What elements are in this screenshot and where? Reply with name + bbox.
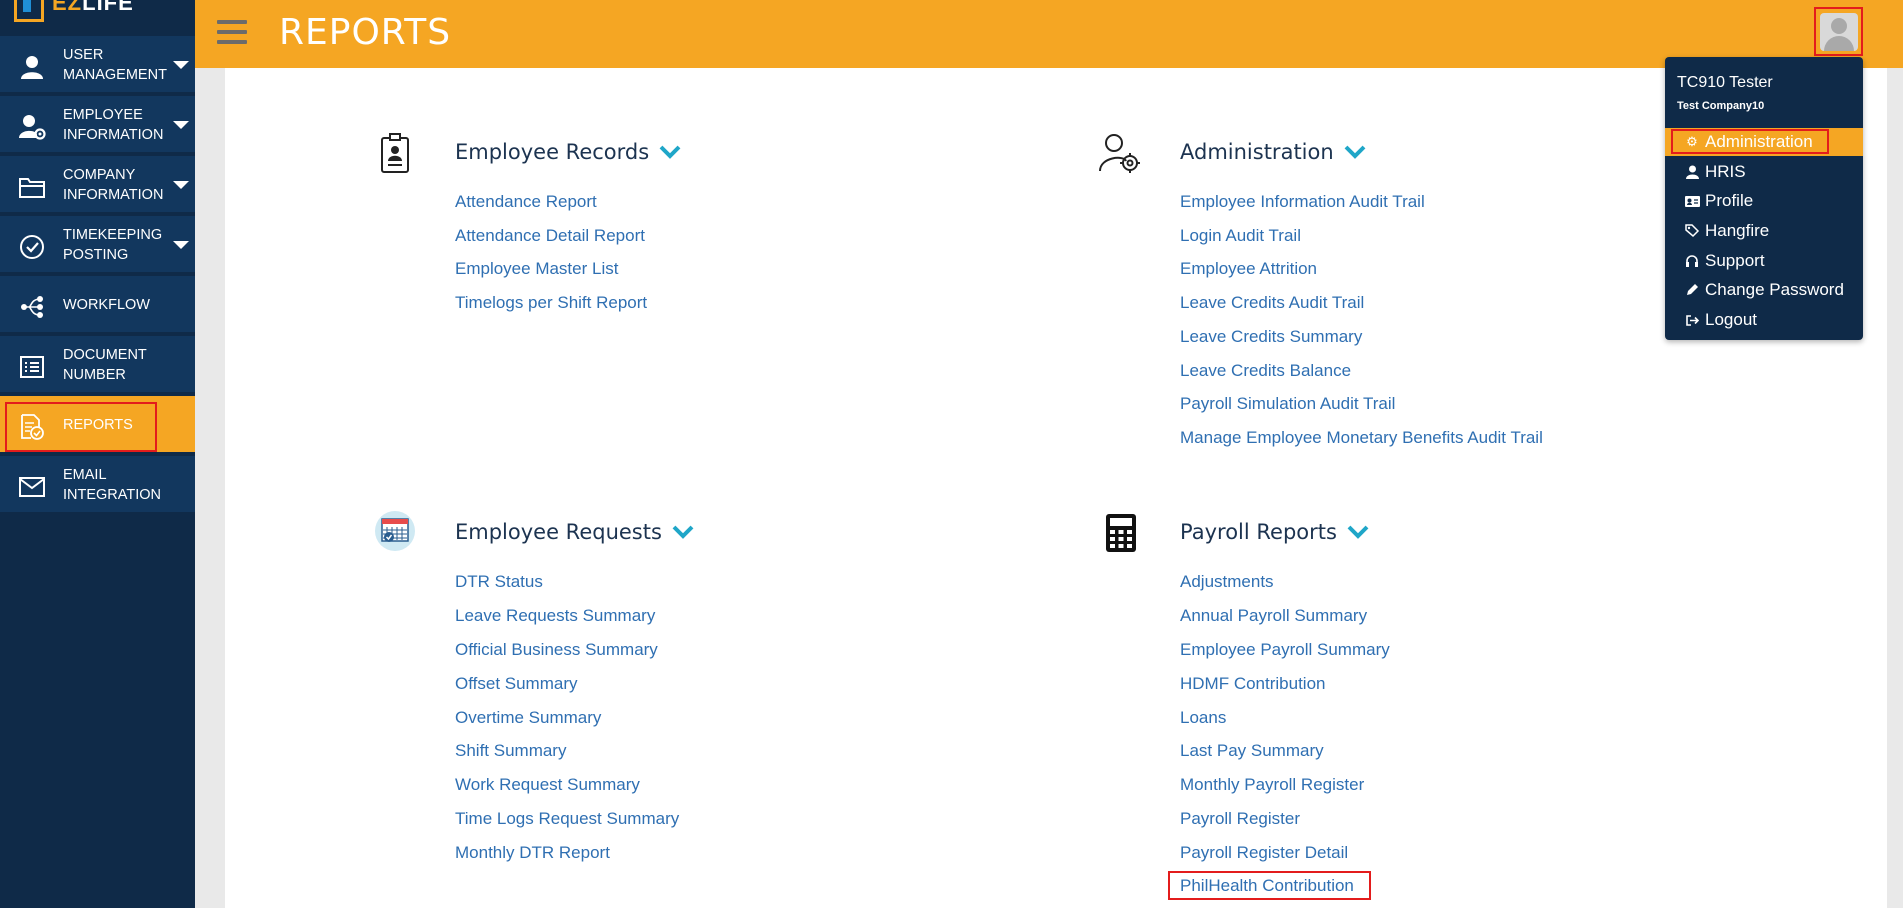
menu-item-profile[interactable]: Profile — [1665, 187, 1863, 215]
chevron-down-icon — [672, 525, 694, 539]
tags-icon — [1683, 224, 1701, 238]
link-offset-summary[interactable]: Offset Summary — [455, 674, 578, 694]
logout-icon — [1683, 314, 1701, 327]
user-dropdown-menu: TC910 Tester Test Company10 ⚙ Administrat… — [1665, 57, 1863, 340]
link-adjustments[interactable]: Adjustments — [1180, 572, 1274, 592]
link-leave-requests-summary[interactable]: Leave Requests Summary — [455, 606, 655, 626]
link-payroll-register-detail[interactable]: Payroll Register Detail — [1180, 843, 1348, 863]
sidebar-item-workflow[interactable]: WORKFLOW — [0, 276, 195, 334]
menu-item-administration[interactable]: ⚙ Administration — [1665, 128, 1863, 156]
sidebar: EZLIFE USER MANAGEMENT EMPLOYEE INFORMATIO… — [0, 0, 195, 908]
menu-item-logout[interactable]: Logout — [1665, 306, 1863, 334]
link-time-logs-request-summary[interactable]: Time Logs Request Summary — [455, 809, 679, 829]
logo-mark-icon — [14, 0, 44, 22]
hamburger-menu-icon[interactable] — [217, 20, 247, 46]
link-manage-employee-monetary-benefits-audit-trail[interactable]: Manage Employee Monetary Benefits Audit … — [1180, 428, 1543, 448]
sidebar-item-email-integration[interactable]: EMAIL INTEGRATION — [0, 456, 195, 514]
link-work-request-summary[interactable]: Work Request Summary — [455, 775, 640, 795]
user-avatar-button[interactable] — [1820, 13, 1858, 51]
link-philhealth-contribution[interactable]: PhilHealth Contribution — [1180, 876, 1354, 896]
user-gear-icon — [1096, 130, 1142, 176]
document-list-icon — [18, 353, 46, 381]
link-leave-credits-balance[interactable]: Leave Credits Balance — [1180, 361, 1351, 381]
folder-icon — [18, 173, 46, 201]
report-icon — [18, 413, 46, 441]
sidebar-item-company-information[interactable]: COMPANY INFORMATION — [0, 156, 195, 214]
link-monthly-payroll-register[interactable]: Monthly Payroll Register — [1180, 775, 1364, 795]
link-attendance-report[interactable]: Attendance Report — [455, 192, 597, 212]
menu-item-hris[interactable]: HRIS — [1665, 158, 1863, 186]
chevron-down-icon — [173, 121, 189, 129]
headset-icon — [1683, 254, 1701, 268]
calendar-icon — [372, 508, 418, 554]
user-gear-icon — [18, 113, 46, 141]
top-bar: REPORTS — [195, 0, 1903, 68]
menu-item-hangfire[interactable]: Hangfire — [1665, 217, 1863, 245]
link-official-business-summary[interactable]: Official Business Summary — [455, 640, 658, 660]
calculator-icon — [1098, 510, 1144, 556]
link-employee-information-audit-trail[interactable]: Employee Information Audit Trail — [1180, 192, 1425, 212]
link-leave-credits-audit-trail[interactable]: Leave Credits Audit Trail — [1180, 293, 1364, 313]
section-title-employee-records[interactable]: Employee Records — [455, 140, 681, 164]
user-icon — [1683, 165, 1701, 179]
chevron-down-icon — [1344, 145, 1366, 159]
check-circle-icon — [18, 233, 46, 261]
chevron-down-icon — [1347, 525, 1369, 539]
user-name: TC910 Tester — [1677, 74, 1773, 91]
section-title-administration[interactable]: Administration — [1180, 140, 1366, 164]
link-employee-payroll-summary[interactable]: Employee Payroll Summary — [1180, 640, 1390, 660]
envelope-icon — [18, 473, 46, 501]
link-dtr-status[interactable]: DTR Status — [455, 572, 543, 592]
menu-item-change-password[interactable]: Change Password — [1665, 276, 1863, 304]
id-card-icon — [372, 130, 418, 176]
link-payroll-simulation-audit-trail[interactable]: Payroll Simulation Audit Trail — [1180, 394, 1395, 414]
user-icon — [18, 53, 46, 81]
link-last-pay-summary[interactable]: Last Pay Summary — [1180, 741, 1324, 761]
link-timelogs-per-shift-report[interactable]: Timelogs per Shift Report — [455, 293, 647, 313]
page-title: REPORTS — [279, 12, 452, 53]
link-shift-summary[interactable]: Shift Summary — [455, 741, 566, 761]
chevron-down-icon — [173, 181, 189, 189]
chevron-down-icon — [173, 61, 189, 69]
sidebar-item-user-management[interactable]: USER MANAGEMENT — [0, 36, 195, 94]
sidebar-item-timekeeping-posting[interactable]: TIMEKEEPING POSTING — [0, 216, 195, 274]
link-loans[interactable]: Loans — [1180, 708, 1226, 728]
link-overtime-summary[interactable]: Overtime Summary — [455, 708, 601, 728]
logo-text: EZLIFE — [52, 0, 134, 15]
reports-panel: Employee Records Attendance Report Atten… — [225, 68, 1887, 908]
link-employee-attrition[interactable]: Employee Attrition — [1180, 259, 1317, 279]
link-payroll-register[interactable]: Payroll Register — [1180, 809, 1300, 829]
pencil-icon — [1683, 283, 1701, 297]
sidebar-item-employee-information[interactable]: EMPLOYEE INFORMATION — [0, 96, 195, 154]
id-card-icon — [1683, 195, 1701, 207]
chevron-down-icon — [173, 241, 189, 249]
link-leave-credits-summary[interactable]: Leave Credits Summary — [1180, 327, 1362, 347]
link-annual-payroll-summary[interactable]: Annual Payroll Summary — [1180, 606, 1367, 626]
gear-icon: ⚙ — [1686, 134, 1698, 149]
section-title-payroll-reports[interactable]: Payroll Reports — [1180, 520, 1369, 544]
link-attendance-detail-report[interactable]: Attendance Detail Report — [455, 226, 645, 246]
link-hdmf-contribution[interactable]: HDMF Contribution — [1180, 674, 1326, 694]
link-login-audit-trail[interactable]: Login Audit Trail — [1180, 226, 1301, 246]
app-logo[interactable]: EZLIFE — [0, 0, 195, 36]
sidebar-item-reports[interactable]: REPORTS — [0, 396, 195, 454]
company-name: Test Company10 — [1677, 100, 1765, 112]
section-title-employee-requests[interactable]: Employee Requests — [455, 520, 694, 544]
workflow-icon — [18, 293, 46, 321]
menu-item-support[interactable]: Support — [1665, 247, 1863, 275]
link-monthly-dtr-report[interactable]: Monthly DTR Report — [455, 843, 610, 863]
chevron-down-icon — [659, 145, 681, 159]
sidebar-item-document-number[interactable]: DOCUMENT NUMBER — [0, 336, 195, 394]
link-employee-master-list[interactable]: Employee Master List — [455, 259, 618, 279]
